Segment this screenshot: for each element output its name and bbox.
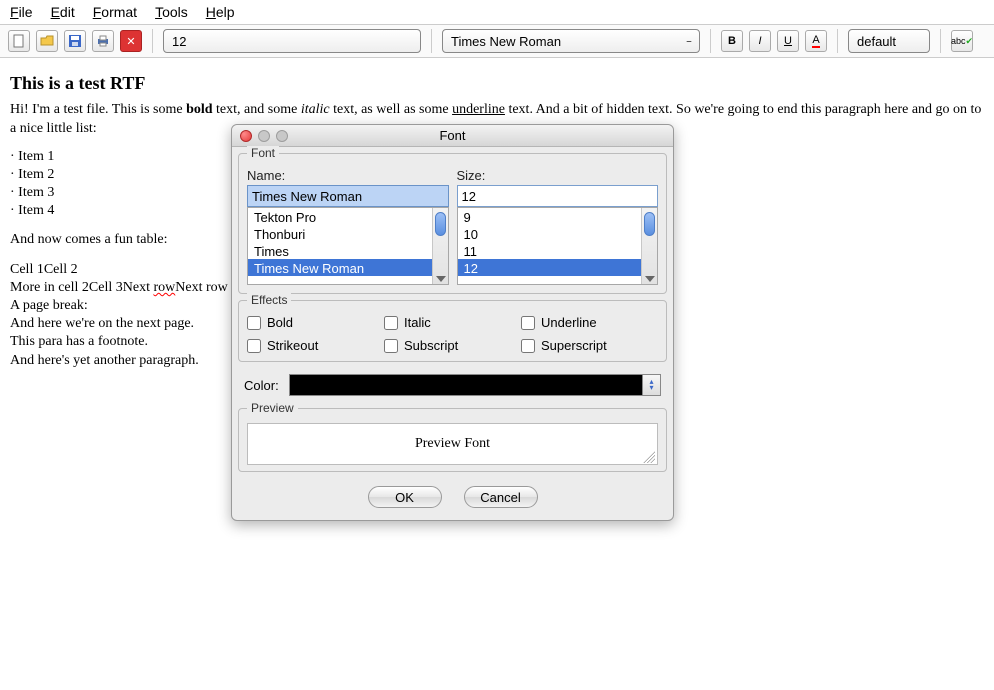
style-combo[interactable]: default (848, 29, 930, 53)
menu-file[interactable]: File (10, 4, 33, 20)
separator (837, 29, 838, 53)
chevron-down-icon[interactable] (436, 276, 446, 282)
print-button[interactable] (92, 30, 114, 52)
font-name-combo[interactable]: Times New Roman (442, 29, 700, 53)
preview-group: Preview Preview Font (238, 408, 667, 472)
italic-button[interactable]: I (749, 30, 771, 52)
new-file-button[interactable] (8, 30, 30, 52)
font-size-value: 12 (172, 34, 186, 49)
checkbox[interactable] (521, 316, 535, 330)
font-size-list[interactable]: 9101112 (457, 207, 659, 285)
close-button[interactable]: ✕ (120, 30, 142, 52)
color-stepper[interactable] (643, 374, 661, 396)
size-label: Size: (457, 168, 659, 183)
effect-label: Underline (541, 315, 597, 330)
effect-label: Strikeout (267, 338, 318, 353)
save-file-button[interactable] (64, 30, 86, 52)
spellcheck-button[interactable]: abc✔ (951, 30, 973, 52)
dialog-title: Font (439, 128, 465, 143)
list-item[interactable]: Tekton Pro (248, 208, 432, 225)
window-close-icon[interactable] (240, 130, 252, 142)
open-file-button[interactable] (36, 30, 58, 52)
scroll-thumb[interactable] (435, 212, 446, 236)
bold-button[interactable]: B (721, 30, 743, 52)
toolbar: ✕ 12 Times New Roman B I U A default abc… (0, 24, 994, 58)
effect-label: Bold (267, 315, 293, 330)
dialog-titlebar[interactable]: Font (232, 125, 673, 147)
separator (152, 29, 153, 53)
effect-label: Superscript (541, 338, 607, 353)
menu-help[interactable]: Help (206, 4, 235, 20)
ok-button[interactable]: OK (368, 486, 442, 508)
menu-edit[interactable]: Edit (51, 4, 75, 20)
menu-tools[interactable]: Tools (155, 4, 188, 20)
list-item[interactable]: 10 (458, 225, 642, 242)
menu-format[interactable]: Format (93, 4, 137, 20)
list-item[interactable]: 9 (458, 208, 642, 225)
font-name-value: Times New Roman (451, 34, 561, 49)
underline-button[interactable]: U (777, 30, 799, 52)
font-group: Font Name: Tekton ProThonburiTimesTimes … (238, 153, 667, 294)
effects-group: Effects BoldItalicUnderlineStrikeoutSubs… (238, 300, 667, 362)
effect-strikeout[interactable]: Strikeout (247, 338, 384, 353)
scrollbar[interactable] (641, 208, 657, 284)
checkbox[interactable] (521, 339, 535, 353)
list-item[interactable]: 12 (458, 259, 642, 276)
checkbox[interactable] (384, 339, 398, 353)
effect-underline[interactable]: Underline (521, 315, 658, 330)
group-label: Font (247, 146, 279, 160)
effect-italic[interactable]: Italic (384, 315, 521, 330)
doc-title: This is a test RTF (10, 72, 984, 95)
preview-box: Preview Font (247, 423, 658, 465)
effect-label: Subscript (404, 338, 458, 353)
separator (940, 29, 941, 53)
group-label: Effects (247, 293, 291, 307)
effect-label: Italic (404, 315, 431, 330)
cancel-button[interactable]: Cancel (464, 486, 538, 508)
effect-bold[interactable]: Bold (247, 315, 384, 330)
window-zoom-icon[interactable] (276, 130, 288, 142)
resize-handle[interactable] (643, 451, 655, 463)
effect-superscript[interactable]: Superscript (521, 338, 658, 353)
style-value: default (857, 34, 896, 49)
name-label: Name: (247, 168, 449, 183)
group-label: Preview (247, 401, 298, 415)
separator (431, 29, 432, 53)
color-swatch[interactable] (289, 374, 643, 396)
window-minimize-icon[interactable] (258, 130, 270, 142)
font-name-input[interactable] (247, 185, 449, 207)
preview-text: Preview Font (415, 436, 490, 452)
scrollbar[interactable] (432, 208, 448, 284)
list-item[interactable]: Thonburi (248, 225, 432, 242)
color-label: Color: (244, 378, 279, 393)
checkbox[interactable] (247, 316, 261, 330)
font-size-input[interactable] (457, 185, 659, 207)
list-item[interactable]: Times New Roman (248, 259, 432, 276)
font-color-button[interactable]: A (805, 30, 827, 52)
font-size-combo[interactable]: 12 (163, 29, 421, 53)
checkbox[interactable] (247, 339, 261, 353)
effect-subscript[interactable]: Subscript (384, 338, 521, 353)
chevron-down-icon[interactable] (645, 276, 655, 282)
list-item[interactable]: 11 (458, 242, 642, 259)
list-item[interactable]: Times (248, 242, 432, 259)
font-name-list[interactable]: Tekton ProThonburiTimesTimes New Roman (247, 207, 449, 285)
font-dialog: Font Font Name: Tekton ProThonburiTimesT… (231, 124, 674, 521)
color-row: Color: (232, 368, 673, 402)
scroll-thumb[interactable] (644, 212, 655, 236)
checkbox[interactable] (384, 316, 398, 330)
separator (710, 29, 711, 53)
menubar: File Edit Format Tools Help (0, 0, 994, 24)
